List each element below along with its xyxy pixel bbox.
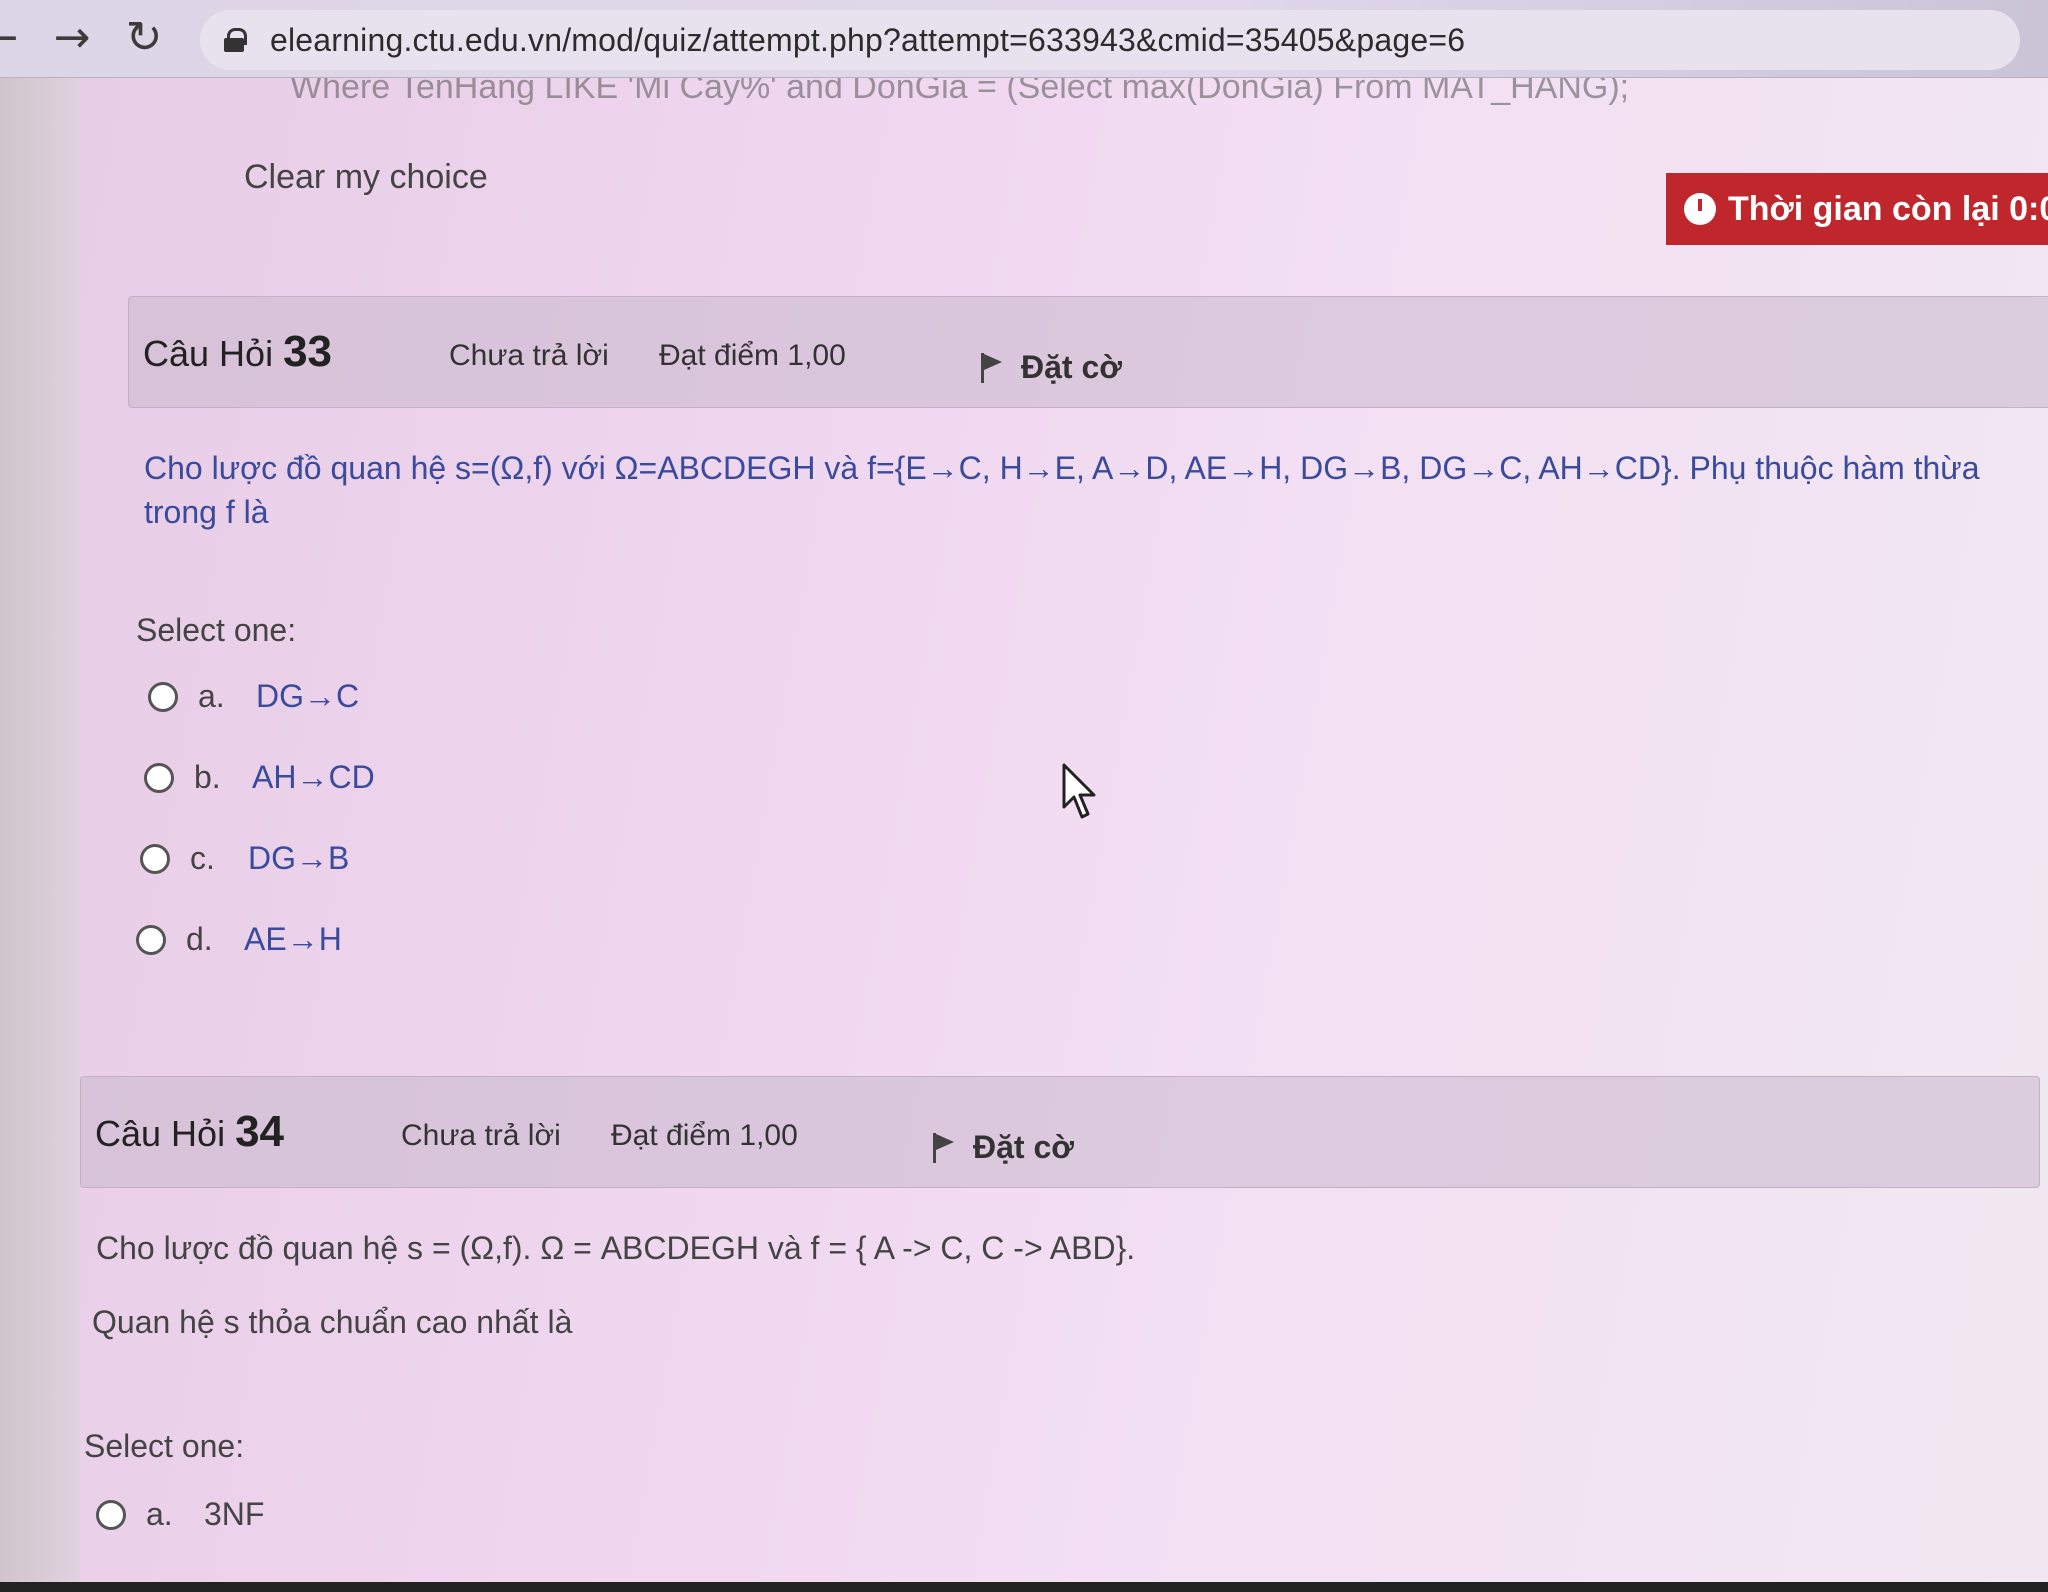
radio-button[interactable] (144, 762, 174, 793)
flag-label: Đặt cờ (1021, 349, 1122, 385)
option-text[interactable]: AH→CD (252, 759, 375, 796)
question-34-info: Câu Hỏi 34 Chưa trả lời Đạt điểm 1,00 Đặ… (80, 1076, 2040, 1188)
question-grade: Đạt điểm 1,00 (611, 1119, 798, 1152)
mouse-cursor-icon (1062, 763, 1096, 819)
flag-icon (979, 351, 1005, 385)
option-text[interactable]: 3NF (204, 1496, 264, 1533)
question-state: Chưa trả lời (449, 339, 609, 372)
flag-question-button[interactable]: Đặt cờ (931, 1129, 1074, 1166)
url-text[interactable]: elearning.ctu.edu.vn/mod/quiz/attempt.ph… (270, 22, 1465, 59)
lock-icon[interactable] (224, 28, 247, 52)
flag-label: Đặt cờ (973, 1129, 1074, 1165)
bottom-edge (0, 1582, 2048, 1592)
question-33-text-line2: trong f là (144, 494, 269, 530)
timer-text: Thời gian còn lại 0:0 (1728, 189, 2048, 228)
option-letter: c. (190, 840, 215, 876)
reload-icon[interactable]: ↻ (116, 10, 172, 66)
option-letter: a. (146, 1496, 173, 1532)
question-number: Câu Hỏi 34 (95, 1107, 284, 1157)
question-33-info: Câu Hỏi 33 Chưa trả lời Đạt điểm 1,00 Đặ… (128, 296, 2048, 408)
question-33-text-line1: Cho lược đồ quan hệ s=(Ω,f) với Ω=ABCDEG… (144, 450, 1980, 486)
quiz-timer: Thời gian còn lại 0:0 (1666, 173, 2048, 245)
answer-option-c[interactable]: c. DG→B (140, 840, 349, 877)
answer-option-d[interactable]: d. AE→H (136, 921, 342, 958)
clear-my-choice-link[interactable]: Clear my choice (244, 158, 488, 197)
left-edge (0, 78, 80, 1592)
question-number-value: 34 (235, 1107, 285, 1156)
browser-toolbar: ← → ↻ elearning.ctu.edu.vn/mod/quiz/atte… (0, 0, 2048, 78)
clock-icon (1684, 193, 1716, 225)
question-number-value: 33 (283, 327, 333, 376)
option-letter: b. (194, 759, 221, 795)
answer-option-b[interactable]: b. AH→CD (144, 759, 375, 796)
forward-icon[interactable]: → (44, 10, 100, 66)
question-state: Chưa trả lời (401, 1119, 561, 1152)
radio-button[interactable] (96, 1499, 126, 1530)
flag-question-button[interactable]: Đặt cờ (979, 349, 1122, 386)
select-one-label: Select one: (84, 1428, 245, 1464)
flag-icon (931, 1131, 957, 1165)
question-label: Câu Hỏi (143, 333, 274, 374)
option-text[interactable]: DG→C (256, 678, 359, 715)
select-one-label: Select one: (136, 612, 297, 648)
radio-button[interactable] (140, 843, 170, 874)
question-label: Câu Hỏi (95, 1113, 226, 1154)
option-text[interactable]: AE→H (244, 921, 342, 958)
radio-button[interactable] (136, 924, 166, 955)
radio-button[interactable] (148, 681, 178, 712)
address-bar[interactable]: elearning.ctu.edu.vn/mod/quiz/attempt.ph… (200, 10, 2020, 70)
option-text[interactable]: DG→B (248, 840, 349, 877)
previous-question-text: Where TenHang LIKE 'Mi Cay%' and DonGia … (290, 78, 1630, 106)
question-34-text-line1: Cho lược đồ quan hệ s = (Ω,f). Ω = ABCDE… (96, 1230, 1136, 1266)
back-icon[interactable]: ← (0, 10, 28, 66)
option-letter: a. (198, 678, 225, 714)
question-34-text-line2: Quan hệ s thỏa chuẩn cao nhất là (92, 1304, 573, 1340)
answer-option-a[interactable]: a. 3NF (96, 1496, 264, 1533)
option-letter: d. (186, 921, 213, 957)
question-grade: Đạt điểm 1,00 (659, 339, 846, 372)
question-number: Câu Hỏi 33 (143, 327, 332, 377)
answer-option-a[interactable]: a. DG→C (148, 678, 359, 715)
quiz-page: Where TenHang LIKE 'Mi Cay%' and DonGia … (0, 78, 2048, 1592)
